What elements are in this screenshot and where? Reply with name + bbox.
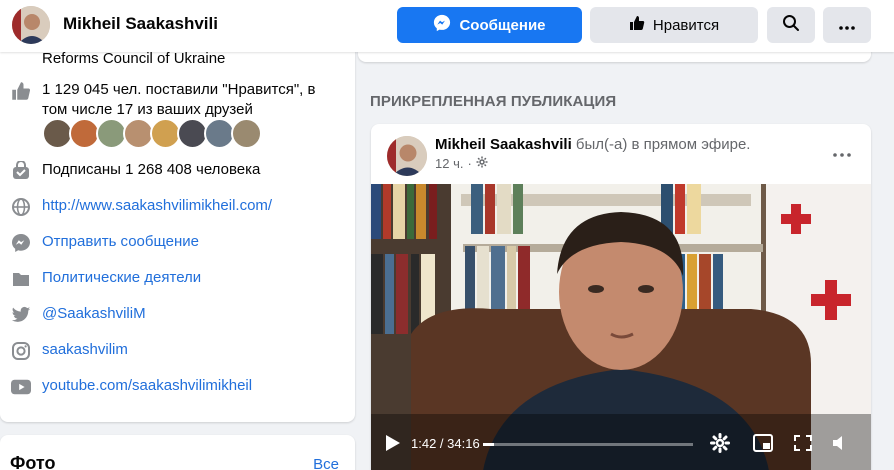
followers-icon bbox=[10, 160, 32, 182]
volume-button[interactable] bbox=[831, 434, 849, 457]
picture-in-picture-icon bbox=[753, 434, 773, 456]
post-action-text: был(-а) в прямом эфире. bbox=[575, 136, 751, 153]
post-timestamp: 12 ч. · bbox=[435, 156, 488, 171]
video-player[interactable]: 1:42 / 34:16 bbox=[371, 184, 871, 470]
more-options-button[interactable] bbox=[823, 7, 871, 43]
like-button-label: Нравится bbox=[652, 16, 720, 34]
messenger-icon bbox=[10, 232, 32, 254]
pinned-section-label: ПРИКРЕПЛЕННАЯ ПУБЛИКАЦИЯ bbox=[370, 93, 617, 110]
page-title[interactable]: Mikheil Saakashvili bbox=[63, 14, 218, 34]
message-button[interactable]: Сообщение bbox=[397, 7, 582, 43]
send-message-link[interactable]: Отправить сообщение bbox=[42, 232, 199, 252]
category-row: Политические деятели bbox=[10, 268, 201, 290]
youtube-link[interactable]: youtube.com/saakashvilimikheil bbox=[42, 376, 252, 396]
globe-icon bbox=[10, 196, 32, 218]
pinned-post-card: Mikheil Saakashvili был(-а) в прямом эфи… bbox=[371, 124, 871, 470]
message-button-label: Сообщение bbox=[459, 16, 546, 34]
truncated-info-text: Reforms Council of Ukraine bbox=[42, 50, 226, 67]
search-icon bbox=[782, 14, 800, 36]
truncated-info: Reforms Council of Ukraine bbox=[42, 49, 225, 69]
video-frame-image bbox=[371, 184, 871, 470]
messenger-icon bbox=[433, 14, 451, 36]
youtube-icon bbox=[10, 376, 32, 398]
followers-row: Подписаны 1 268 408 человека bbox=[10, 160, 260, 182]
friends-avatars[interactable] bbox=[42, 118, 262, 149]
photos-card: Фото Все bbox=[0, 435, 355, 470]
twitter-link[interactable]: @SaakashviliM bbox=[42, 304, 146, 324]
fullscreen-icon bbox=[793, 435, 813, 456]
post-more-options-icon[interactable] bbox=[833, 144, 851, 162]
privacy-gear-icon bbox=[476, 156, 488, 171]
post-author-avatar[interactable] bbox=[387, 136, 427, 176]
post-author-name[interactable]: Mikheil Saakashvili bbox=[435, 136, 572, 153]
settings-button[interactable] bbox=[710, 433, 730, 458]
volume-icon bbox=[831, 436, 849, 456]
twitter-row: @SaakashviliM bbox=[10, 304, 146, 326]
play-icon bbox=[385, 435, 401, 456]
post-author-line: Mikheil Saakashvili был(-а) в прямом эфи… bbox=[435, 136, 750, 153]
likes-row: 1 129 045 чел. поставили "Нравится", в т… bbox=[10, 80, 315, 120]
likes-friends-text: том числе 17 из ваших друзей bbox=[42, 101, 253, 118]
thumbs-up-icon bbox=[629, 15, 645, 35]
likes-count-text: 1 129 045 чел. поставили "Нравится", в bbox=[42, 81, 316, 98]
friend-avatar[interactable] bbox=[231, 118, 262, 149]
pip-button[interactable] bbox=[753, 434, 773, 457]
page-header: Mikheil Saakashvili Сообщение Нравится bbox=[0, 0, 894, 52]
followers-text: Подписаны 1 268 408 человека bbox=[42, 161, 261, 178]
gear-icon bbox=[710, 433, 730, 457]
twitter-icon bbox=[10, 304, 32, 326]
category-link[interactable]: Политические деятели bbox=[42, 268, 201, 288]
about-card: Reforms Council of Ukraine 1 129 045 чел… bbox=[0, 20, 355, 422]
thumbs-up-icon bbox=[10, 80, 32, 102]
category-icon bbox=[10, 268, 32, 290]
instagram-link[interactable]: saakashvilim bbox=[42, 340, 128, 360]
video-progress-bar[interactable] bbox=[483, 443, 693, 446]
post-time-text[interactable]: 12 ч. bbox=[435, 156, 463, 171]
video-progress-fill bbox=[483, 443, 494, 446]
photos-see-all-link[interactable]: Все bbox=[313, 456, 339, 470]
dot-separator: · bbox=[467, 156, 472, 171]
instagram-icon bbox=[10, 340, 32, 362]
video-time: 1:42 / 34:16 bbox=[411, 436, 480, 451]
play-button[interactable] bbox=[385, 434, 401, 457]
instagram-row: saakashvilim bbox=[10, 340, 128, 362]
search-button[interactable] bbox=[767, 7, 815, 43]
more-dots-icon bbox=[839, 17, 855, 34]
profile-avatar[interactable] bbox=[12, 6, 50, 44]
like-page-button[interactable]: Нравится bbox=[590, 7, 758, 43]
youtube-row: youtube.com/saakashvilimikheil bbox=[10, 376, 252, 398]
photos-title: Фото bbox=[10, 453, 56, 470]
website-row: http://www.saakashvilimikheil.com/ bbox=[10, 196, 272, 218]
website-link[interactable]: http://www.saakashvilimikheil.com/ bbox=[42, 196, 272, 216]
send-message-row: Отправить сообщение bbox=[10, 232, 199, 254]
fullscreen-button[interactable] bbox=[793, 434, 813, 457]
